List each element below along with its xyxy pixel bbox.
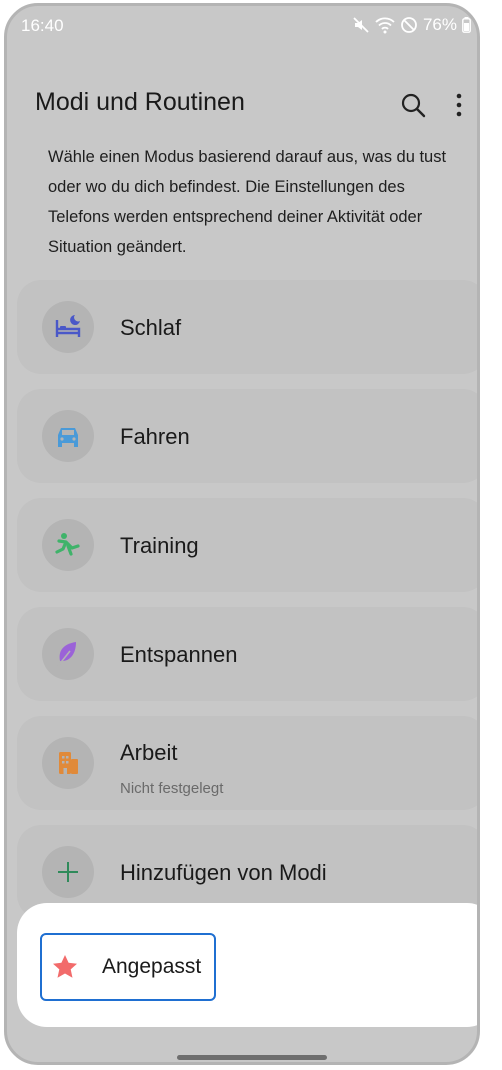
battery-percentage: 76% [422, 15, 457, 34]
page-title: Modi und Routinen [35, 88, 245, 116]
mode-label: Hinzufügen von Modi [120, 860, 327, 885]
mode-item-driving[interactable]: Fahren [17, 389, 477, 483]
mode-item-work[interactable]: Arbeit Nicht festgelegt [17, 716, 477, 810]
page-description: Wähle einen Modus basierend darauf aus, … [48, 148, 447, 256]
home-indicator[interactable] [177, 1055, 327, 1060]
mode-label: Schlaf [120, 315, 182, 340]
plus-icon [42, 846, 94, 898]
mode-label: Training [120, 533, 199, 558]
mode-label: Arbeit [120, 740, 178, 765]
search-icon[interactable] [397, 89, 429, 121]
mode-item-training[interactable]: Training [17, 498, 477, 592]
star-icon [51, 953, 79, 986]
exercise-icon [42, 519, 94, 571]
do-not-disturb-icon [400, 16, 418, 34]
mode-label: Entspannen [120, 642, 238, 667]
mute-icon [352, 16, 370, 34]
status-icons: 76% [352, 15, 471, 35]
car-icon [42, 410, 94, 462]
more-options-icon[interactable] [443, 89, 475, 121]
phone-screen: 16:40 76% Modi und Routinen Wähle einen … [4, 3, 480, 1065]
leaf-icon [42, 628, 94, 680]
mode-sublabel: Nicht festgelegt [120, 780, 224, 797]
bottom-sheet: Angepasst [17, 903, 477, 1027]
mode-label: Fahren [120, 424, 190, 449]
status-bar: 16:40 76% [7, 6, 477, 50]
wifi-icon [375, 16, 395, 34]
building-icon [42, 737, 94, 789]
battery-icon [462, 17, 471, 33]
mode-item-sleep[interactable]: Schlaf [17, 280, 477, 374]
sleep-icon [42, 301, 94, 353]
custom-mode-button[interactable]: Angepasst [40, 933, 216, 1001]
custom-mode-label: Angepasst [102, 955, 202, 978]
mode-item-relax[interactable]: Entspannen [17, 607, 477, 701]
status-time: 16:40 [21, 16, 64, 35]
